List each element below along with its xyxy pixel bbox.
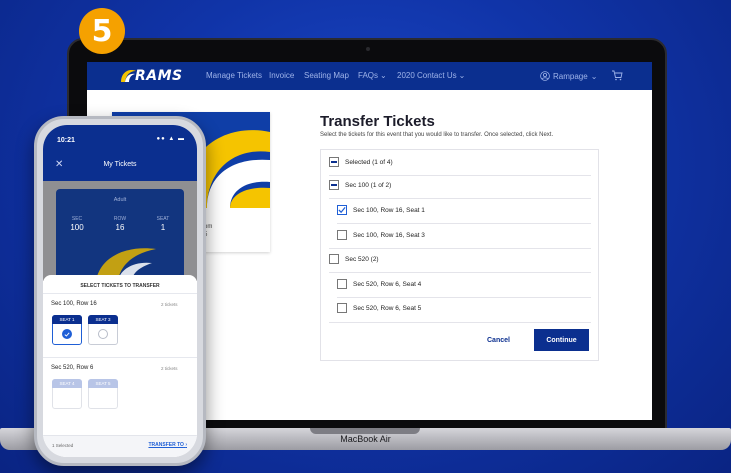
seat-tab-label: SEAT 4	[52, 379, 82, 388]
step-number-badge: 5	[79, 8, 125, 54]
top-nav: RAMS Manage Tickets Invoice Seating Map …	[87, 62, 652, 90]
checkbox[interactable]	[337, 230, 347, 240]
transfer-to-label: TRANSFER TO	[148, 442, 184, 448]
checkbox-checked[interactable]	[337, 205, 347, 215]
phone-header-title: My Tickets	[103, 161, 137, 168]
partial-checkbox[interactable]	[329, 180, 339, 190]
seat-label: Sec 520, Row 6, Seat 5	[353, 304, 422, 312]
seat-group-label: Sec 520, Row 6	[51, 365, 94, 371]
phone-screen: 10:21 ●● ▲ ▬ ✕ My Tickets Adult SEC ROW …	[43, 125, 197, 457]
ticket-sec-label: SEC	[71, 216, 83, 222]
ticket-row-value: 16	[115, 223, 125, 232]
seat-group-label: Sec 100, Row 16	[51, 301, 97, 307]
page-title: Transfer Tickets	[320, 113, 435, 130]
seat-row[interactable]: Sec 100, Row 16, Seat 3	[337, 230, 425, 240]
ticket-card: Adult SEC ROW SEAT 100 16 1	[56, 189, 184, 281]
nav-faqs-label: FAQs	[358, 71, 379, 80]
ticket-sec-value: 100	[70, 223, 84, 232]
seat-group-count: 2 tickets	[161, 302, 178, 307]
phone-frame: 10:21 ●● ▲ ▬ ✕ My Tickets Adult SEC ROW …	[34, 116, 206, 466]
phone-footer: 1 Selected TRANSFER TO ›	[43, 435, 197, 457]
user-icon	[540, 71, 550, 81]
checkbox[interactable]	[337, 279, 347, 289]
divider	[337, 297, 591, 298]
cancel-button[interactable]: Cancel	[487, 337, 510, 344]
chevron-down-icon: ⌄	[590, 71, 598, 81]
user-name: Rampage	[553, 71, 588, 81]
checkbox[interactable]	[329, 254, 339, 264]
continue-button[interactable]: Continue	[534, 329, 589, 351]
transfer-to-button[interactable]: TRANSFER TO ›	[148, 442, 187, 448]
nav-manage-tickets[interactable]: Manage Tickets	[206, 71, 262, 80]
cart-icon[interactable]	[611, 69, 623, 81]
divider	[337, 223, 591, 224]
partial-checkbox[interactable]	[329, 157, 339, 167]
seat-option-selected[interactable]: SEAT 1	[52, 315, 82, 345]
nav-faqs[interactable]: FAQs ⌄	[358, 71, 387, 80]
seat-label: Sec 100, Row 16, Seat 1	[353, 206, 425, 214]
status-time: 10:21	[57, 137, 75, 144]
nav-contact-label: 2020 Contact Us	[397, 71, 457, 80]
seat-tab-label: SEAT 5	[88, 379, 118, 388]
phone-header: 10:21 ●● ▲ ▬ ✕ My Tickets	[43, 125, 197, 181]
seat-label: Sec 520, Row 6, Seat 4	[353, 280, 422, 288]
seat-tab-label: SEAT 3	[88, 315, 118, 324]
section-row[interactable]: Sec 100 (1 of 2)	[329, 180, 391, 190]
select-all-row[interactable]: Selected (1 of 4)	[329, 157, 393, 167]
transfer-sheet: SELECT TICKETS TO TRANSFER Sec 100, Row …	[43, 275, 197, 457]
page-subtitle: Select the tickets for this event that y…	[320, 132, 554, 138]
nav-invoice[interactable]: Invoice	[269, 71, 294, 80]
seat-option[interactable]: SEAT 3	[88, 315, 118, 345]
ticket-seat-label: SEAT	[156, 216, 170, 222]
camera-dot	[366, 47, 370, 51]
seat-option-disabled[interactable]: SEAT 5	[88, 379, 118, 409]
seat-label: Sec 100, Row 16, Seat 3	[353, 231, 425, 239]
ticket-row-label: ROW	[113, 216, 127, 222]
seat-tab-label: SEAT 1	[52, 315, 82, 324]
divider	[329, 272, 591, 273]
ticket-type: Adult	[113, 197, 127, 203]
radio-empty-icon	[98, 329, 108, 339]
divider	[329, 198, 591, 199]
section-label: Sec 520 (2)	[345, 255, 379, 263]
divider	[43, 293, 197, 294]
checkmark-icon	[62, 329, 72, 339]
divider	[329, 248, 591, 249]
chevron-right-icon: ›	[185, 442, 187, 448]
seat-group-count: 2 tickets	[161, 366, 178, 371]
status-icons: ●● ▲ ▬	[156, 136, 185, 142]
seat-row[interactable]: Sec 520, Row 6, Seat 4	[337, 279, 421, 289]
section-label: Sec 100 (1 of 2)	[345, 181, 392, 189]
divider	[329, 175, 591, 176]
selected-count: 1 Selected	[52, 443, 74, 448]
checkbox[interactable]	[337, 303, 347, 313]
seat-option-disabled[interactable]: SEAT 4	[52, 379, 82, 409]
checkmark-icon	[338, 206, 346, 214]
chevron-down-icon: ⌄	[380, 71, 387, 80]
logo-text: RAMS	[135, 68, 183, 84]
section-row[interactable]: Sec 520 (2)	[329, 254, 379, 264]
rams-horn-icon	[121, 70, 136, 82]
divider	[43, 357, 197, 358]
rams-logo[interactable]: RAMS	[119, 67, 183, 85]
selected-count-label: Selected (1 of 4)	[345, 158, 393, 166]
sheet-title: SELECT TICKETS TO TRANSFER	[80, 283, 160, 289]
seat-row[interactable]: Sec 520, Row 6, Seat 5	[337, 303, 421, 313]
ticket-seat-value: 1	[160, 223, 166, 232]
chevron-down-icon: ⌄	[458, 71, 466, 80]
seat-row[interactable]: Sec 100, Row 16, Seat 1	[337, 205, 425, 215]
nav-contact-us[interactable]: 2020 Contact Us ⌄	[397, 71, 465, 80]
divider	[329, 322, 591, 323]
user-menu[interactable]: Rampage ⌄	[540, 71, 597, 81]
nav-seating-map[interactable]: Seating Map	[304, 71, 349, 80]
